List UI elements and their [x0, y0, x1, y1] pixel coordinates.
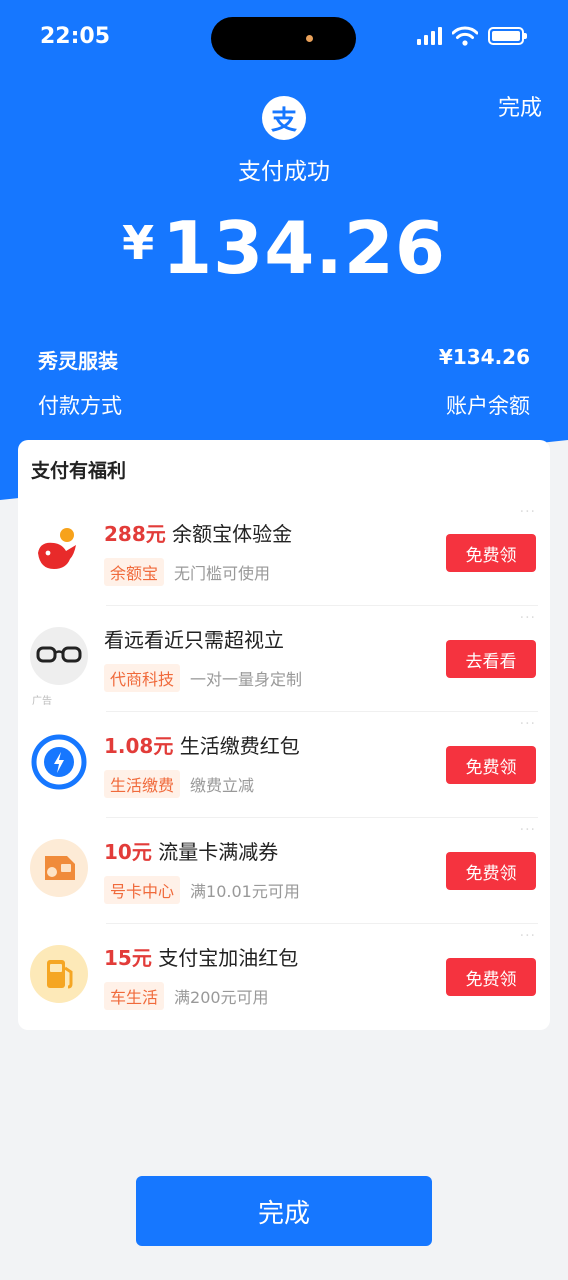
- dynamic-island: [211, 17, 356, 60]
- currency-symbol: ¥: [122, 216, 155, 270]
- status-time: 22:05: [40, 24, 111, 49]
- lightning-icon: [30, 733, 88, 791]
- benefit-title: 10元 流量卡满减券: [104, 840, 279, 864]
- benefit-item[interactable]: ··· 1.08元 生活缴费红包 生活缴费 缴费立减 免费领: [18, 712, 550, 818]
- benefit-desc: 无门槛可使用: [174, 564, 271, 583]
- benefit-item[interactable]: ··· 广告 看远看近只需超视立 代商科技 一对一量身定制 去看看: [18, 606, 550, 712]
- benefit-subtitle: 号卡中心 满10.01元可用: [104, 876, 300, 904]
- more-options-icon[interactable]: ···: [520, 716, 536, 732]
- more-options-icon[interactable]: ···: [520, 610, 536, 626]
- benefit-tag: 生活缴费: [104, 770, 181, 798]
- benefit-tag: 代商科技: [104, 664, 181, 692]
- claim-button[interactable]: 免费领: [446, 534, 536, 572]
- amount-value: 134.26: [162, 206, 446, 290]
- battery-icon: [488, 27, 527, 45]
- benefit-title: 1.08元 生活缴费红包: [104, 734, 300, 758]
- status-icons: [417, 26, 527, 46]
- benefit-desc: 满200元可用: [174, 988, 269, 1007]
- more-options-icon[interactable]: ···: [520, 504, 536, 520]
- payment-method-value: 账户余额: [446, 394, 530, 418]
- benefit-desc: 满10.01元可用: [190, 882, 300, 901]
- payment-amount: ¥134.26: [0, 206, 568, 290]
- benefit-item[interactable]: ··· 288元 余额宝体验金 余额宝 无门槛可使用 免费领: [18, 500, 550, 606]
- more-options-icon[interactable]: ···: [520, 928, 536, 944]
- benefits-title: 支付有福利: [31, 460, 127, 482]
- merchant-name: 秀灵服装: [38, 349, 118, 373]
- done-link[interactable]: 完成: [498, 90, 542, 122]
- benefit-item[interactable]: ··· 10元 流量卡满减券 号卡中心 满10.01元可用 免费领: [18, 818, 550, 924]
- yuebao-icon: [30, 521, 88, 579]
- benefits-card: 支付有福利 ··· 288元 余额宝体验金 余额宝 无门槛可使用 免费领 ···: [18, 440, 550, 1030]
- benefit-title: 看远看近只需超视立: [104, 628, 284, 652]
- fuel-pump-icon: [30, 945, 88, 1003]
- signal-icon: [417, 27, 442, 45]
- wifi-icon: [452, 26, 478, 46]
- done-button[interactable]: 完成: [136, 1176, 432, 1246]
- benefit-desc: 一对一量身定制: [190, 670, 303, 689]
- benefit-tag: 车生活: [104, 982, 165, 1010]
- payment-method-row: 付款方式 账户余额: [38, 390, 530, 420]
- claim-button[interactable]: 免费领: [446, 746, 536, 784]
- sim-card-icon: [30, 839, 88, 897]
- alipay-logo-icon: 支: [262, 96, 306, 140]
- ad-label: 广告: [32, 696, 52, 707]
- benefit-tag: 余额宝: [104, 558, 165, 586]
- benefit-subtitle: 代商科技 一对一量身定制: [104, 664, 302, 692]
- benefit-subtitle: 余额宝 无门槛可使用: [104, 558, 270, 586]
- benefit-item[interactable]: ··· 15元 支付宝加油红包 车生活 满200元可用 免费领: [18, 924, 550, 1030]
- benefit-title: 288元 余额宝体验金: [104, 522, 293, 546]
- claim-button[interactable]: 免费领: [446, 852, 536, 890]
- claim-button[interactable]: 免费领: [446, 958, 536, 996]
- glasses-icon: [30, 627, 88, 685]
- more-options-icon[interactable]: ···: [520, 822, 536, 838]
- benefit-tag: 号卡中心: [104, 876, 181, 904]
- payment-method-label: 付款方式: [38, 394, 122, 418]
- benefit-desc: 缴费立减: [190, 776, 255, 795]
- benefit-subtitle: 生活缴费 缴费立减: [104, 770, 254, 798]
- merchant-amount: ¥134.26: [438, 345, 530, 369]
- view-button[interactable]: 去看看: [446, 640, 536, 678]
- camera-dot: [306, 35, 313, 42]
- benefit-subtitle: 车生活 满200元可用: [104, 982, 269, 1010]
- merchant-row: 秀灵服装 ¥134.26: [38, 345, 530, 374]
- benefit-title: 15元 支付宝加油红包: [104, 946, 299, 970]
- page-title: 支付成功: [238, 159, 330, 185]
